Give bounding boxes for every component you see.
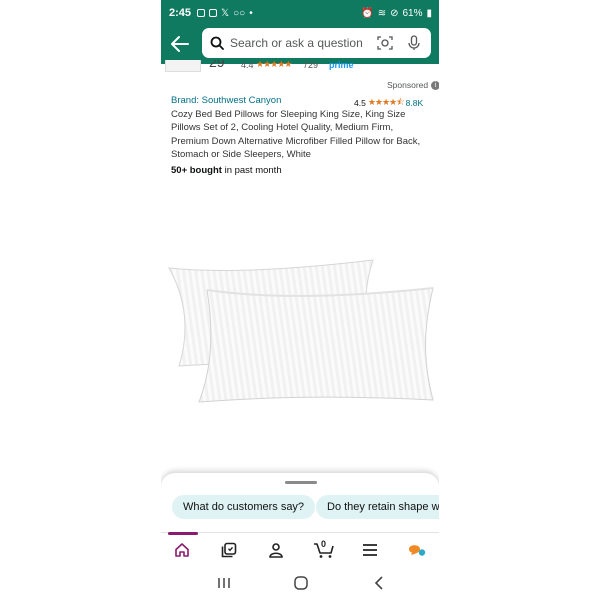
- nav-account[interactable]: [265, 539, 287, 561]
- bought-period: in past month: [221, 165, 282, 176]
- back-arrow-icon[interactable]: [168, 32, 192, 56]
- search-icon: [210, 36, 224, 50]
- camera-search-icon[interactable]: [377, 35, 393, 51]
- x-notification-icon: 𝕏: [221, 7, 230, 19]
- previous-result-review-count: 729: [303, 60, 319, 70]
- phone-screen: 2:45 𝕏 ○○ • ⏰ ≋ ⊘ 61% ▮ Search or ask a …: [161, 0, 439, 600]
- previous-result-stars-icon: ★★★★★: [256, 60, 292, 69]
- review-count: 8.8K: [405, 98, 424, 108]
- wifi-icon: ≋: [377, 7, 387, 19]
- rating-value: 4.5: [354, 98, 366, 108]
- product-brand[interactable]: Brand: Southwest Canyon: [171, 95, 281, 106]
- back-button-icon[interactable]: [369, 574, 389, 592]
- suggestion-chip[interactable]: Do they retain shape w: [316, 495, 439, 519]
- bottom-navigation: 0: [161, 532, 439, 567]
- previous-result-rating: 4.4: [241, 60, 254, 70]
- cart-count: 0: [321, 539, 327, 549]
- sheet-drag-handle[interactable]: [285, 481, 317, 484]
- voicemail-icon: ○○: [233, 7, 246, 19]
- system-navigation-bar: [161, 566, 439, 600]
- previous-result-peek[interactable]: 29 4.4 ★★★★★ 729 prime: [161, 60, 439, 74]
- battery-percent: 61%: [402, 7, 423, 19]
- nav-rufus[interactable]: [406, 539, 428, 561]
- search-input[interactable]: Search or ask a question: [202, 28, 431, 58]
- prime-badge: prime: [329, 60, 354, 70]
- status-time: 2:45: [169, 7, 192, 19]
- info-icon[interactable]: i: [431, 80, 439, 90]
- previous-result-thumbnail: [165, 60, 201, 72]
- bought-in-past-month: 50+ bought in past month: [171, 165, 282, 176]
- gallery-notification-icon: [197, 9, 206, 17]
- battery-icon: ▮: [426, 7, 432, 19]
- home-button-icon[interactable]: [291, 574, 311, 592]
- product-image-pillows[interactable]: [167, 250, 437, 410]
- nav-menu[interactable]: [359, 539, 381, 561]
- image-notification-icon: [209, 9, 218, 17]
- bought-count: 50+ bought: [171, 165, 222, 176]
- active-tab-indicator: [168, 532, 198, 535]
- menu-icon: [363, 544, 377, 556]
- microphone-icon[interactable]: [407, 35, 421, 51]
- nav-home[interactable]: [171, 539, 193, 561]
- library-icon: [221, 542, 237, 558]
- do-not-disturb-icon: ⊘: [390, 7, 399, 19]
- account-icon: [269, 543, 283, 558]
- rufus-assistant-icon: [409, 545, 426, 556]
- nav-cart[interactable]: 0: [311, 539, 337, 561]
- alarm-icon: ⏰: [361, 7, 374, 19]
- more-notifications-dot-icon: •: [249, 7, 253, 19]
- status-bar: 2:45 𝕏 ○○ • ⏰ ≋ ⊘ 61% ▮: [161, 0, 439, 26]
- suggestion-chip[interactable]: What do customers say?: [172, 495, 316, 519]
- product-title[interactable]: Cozy Bed Bed Pillows for Sleeping King S…: [171, 108, 433, 161]
- nav-library[interactable]: [218, 539, 240, 561]
- search-header: Search or ask a question: [161, 26, 439, 64]
- sponsored-label[interactable]: Sponsored i: [387, 80, 439, 90]
- recent-apps-icon[interactable]: [214, 574, 234, 592]
- search-placeholder: Search or ask a question: [230, 36, 363, 50]
- previous-result-partial-number: 29: [209, 60, 225, 70]
- home-icon: [175, 543, 189, 557]
- ask-questions-sheet: What do customers say? Do they retain sh…: [161, 473, 439, 533]
